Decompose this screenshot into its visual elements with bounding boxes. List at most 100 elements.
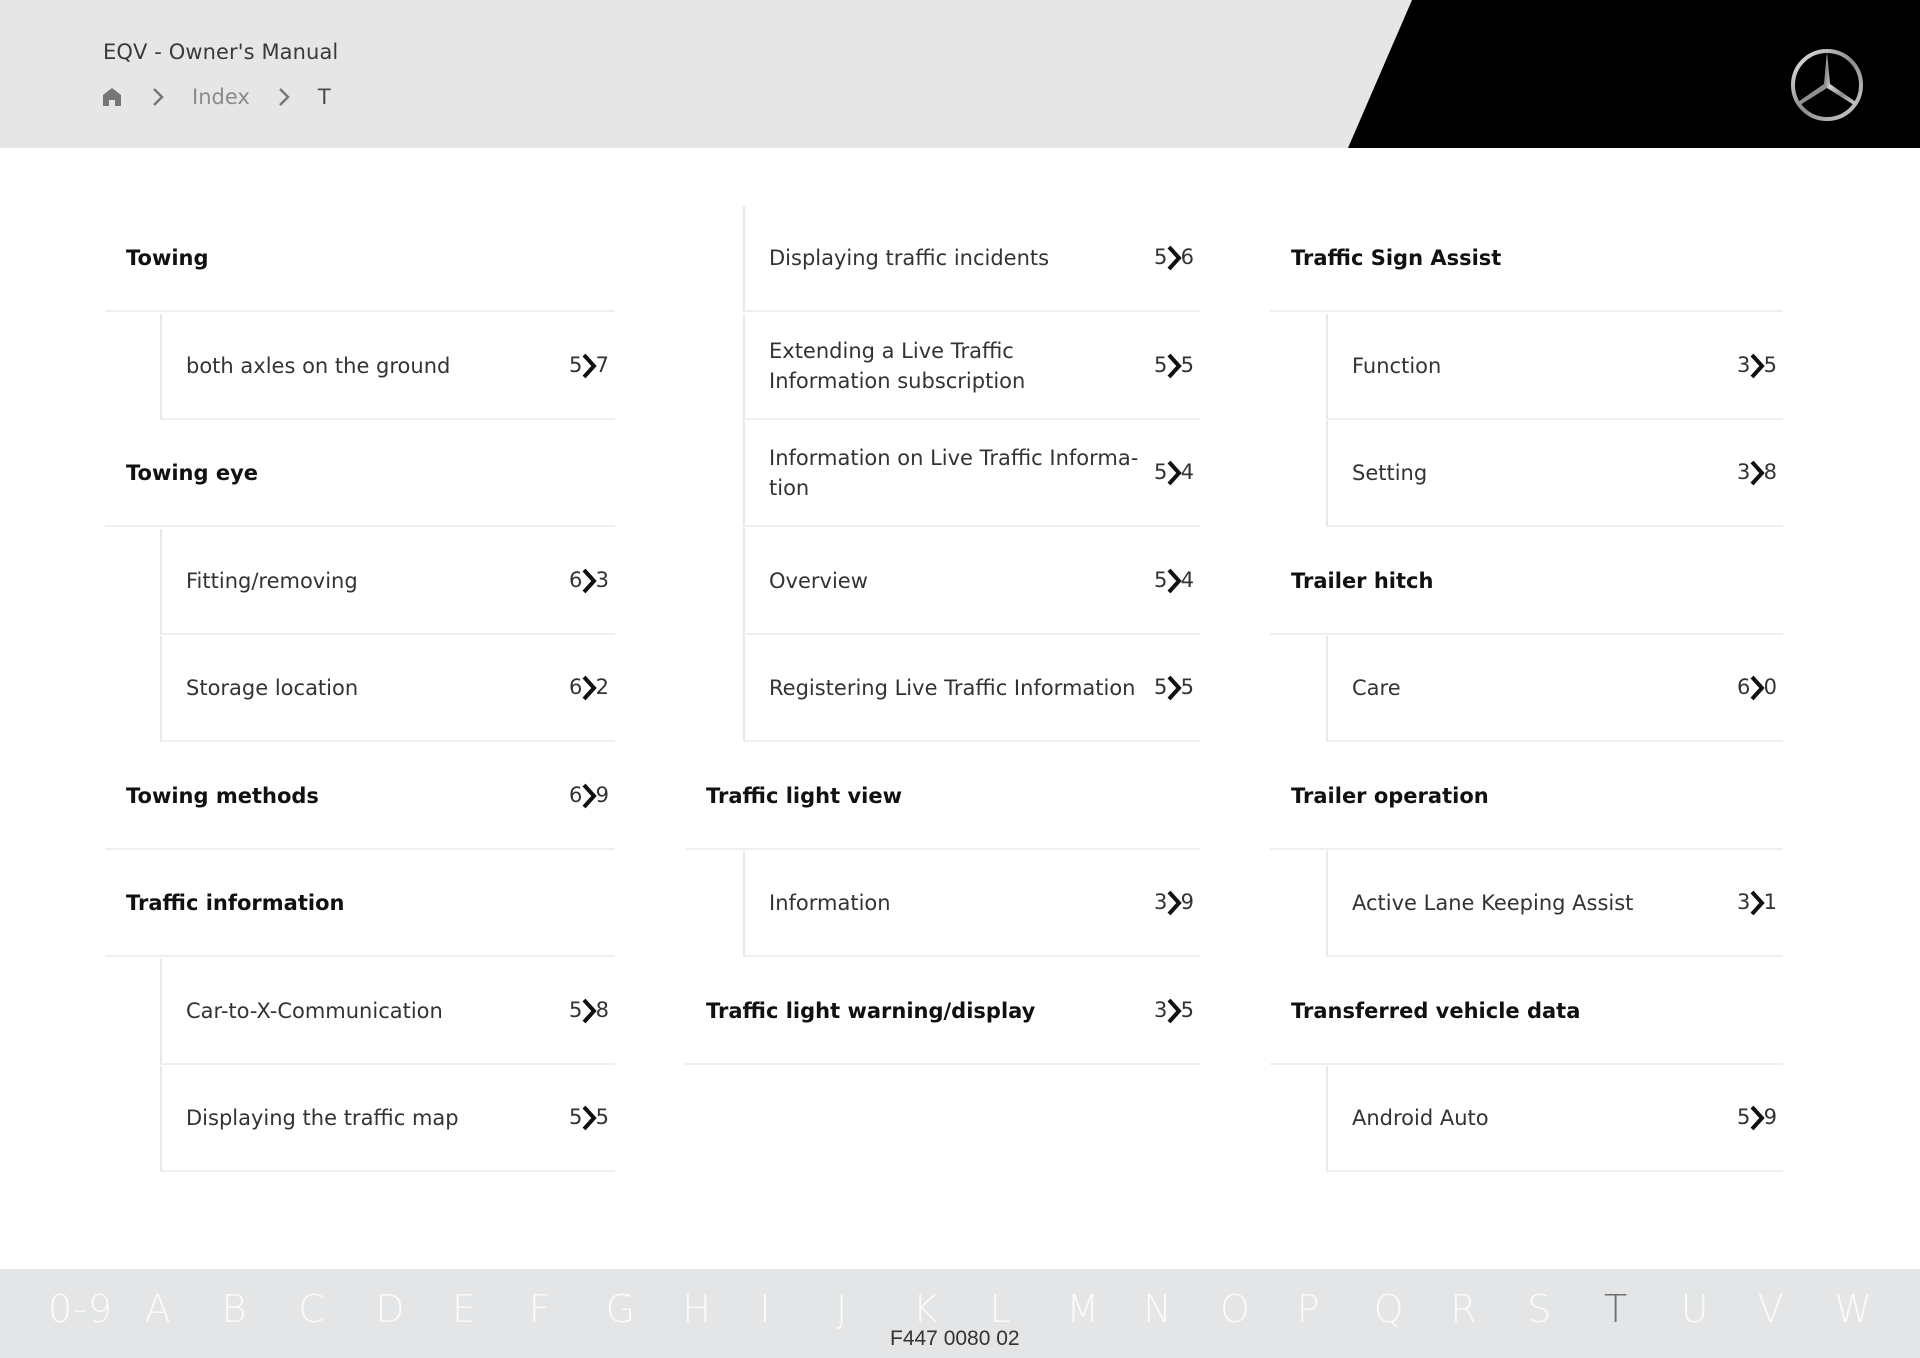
alphabet-letter-v[interactable]: V xyxy=(1758,1287,1785,1331)
entry-label: Trailer operation xyxy=(1291,783,1489,808)
alphabet-letter-m[interactable]: M xyxy=(1066,1287,1100,1331)
entry-label: Overview xyxy=(769,568,868,593)
entry-label: Towing methods xyxy=(126,783,319,808)
alphabet-letter-h[interactable]: H xyxy=(682,1287,712,1331)
page-link[interactable]: 55 xyxy=(569,1103,609,1133)
index-subentry[interactable]: Car-to-X-Communication 5 8 xyxy=(160,958,615,1065)
alphabet-letter-a[interactable]: A xyxy=(145,1287,172,1331)
page-link[interactable]: 35 xyxy=(1737,351,1777,381)
index-subentry[interactable]: Displaying the traffic map 5 5 xyxy=(160,1066,615,1172)
index-subentry[interactable]: Android Auto 5 9 xyxy=(1326,1066,1783,1172)
page-link[interactable]: 60 xyxy=(1737,673,1777,703)
index-heading[interactable]: Traffic light warning/display 3 5 xyxy=(685,959,1200,1065)
page-link[interactable]: 31 xyxy=(1737,888,1777,918)
chevron-right-icon xyxy=(1167,460,1182,486)
alphabet-letter-u[interactable]: U xyxy=(1681,1287,1710,1331)
breadcrumb: Index T xyxy=(100,82,331,112)
breadcrumb-current: T xyxy=(317,85,331,109)
alphabet-letter-g[interactable]: G xyxy=(606,1287,636,1331)
alphabet-letter-d[interactable]: D xyxy=(375,1287,405,1331)
index-subentry[interactable]: Information on Live Traffic Informa-tion… xyxy=(743,421,1200,527)
entry-label: both axles on the ground xyxy=(186,353,451,378)
alphabet-letter-w[interactable]: W xyxy=(1834,1287,1873,1331)
page-link[interactable]: 54 xyxy=(1154,566,1194,596)
index-subentry[interactable]: Registering Live Traffic Information 5 5 xyxy=(743,636,1200,742)
mercedes-star-logo xyxy=(1791,49,1863,121)
index-heading: Traffic Sign Assist xyxy=(1270,206,1783,312)
chevron-right-icon xyxy=(1167,568,1182,593)
alphabet-letter-n[interactable]: N xyxy=(1143,1287,1172,1331)
chevron-right-icon xyxy=(1167,245,1182,271)
entry-label: Care xyxy=(1352,676,1401,700)
index-subentry[interactable]: Storage location 6 2 xyxy=(160,636,615,742)
chevron-right-icon xyxy=(1750,1105,1765,1131)
page-link[interactable]: 38 xyxy=(1737,458,1777,488)
index-subentry[interactable]: Information 3 9 xyxy=(743,851,1200,957)
index-heading[interactable]: Towing methods 6 9 xyxy=(105,744,615,850)
alphabet-letter-0-9[interactable]: 0-9 xyxy=(48,1287,113,1331)
index-subentry[interactable]: Setting 3 8 xyxy=(1326,421,1783,527)
page-link[interactable]: 69 xyxy=(569,781,609,811)
alphabet-letter-j[interactable]: J xyxy=(836,1287,848,1331)
page-link[interactable]: 62 xyxy=(569,673,609,703)
chevron-right-icon xyxy=(582,1105,597,1131)
alphabet-letter-b[interactable]: B xyxy=(222,1287,248,1331)
alphabet-letter-k[interactable]: K xyxy=(913,1287,939,1331)
entry-label: Displaying the traffic map xyxy=(186,1106,459,1130)
alphabet-letter-p[interactable]: P xyxy=(1297,1287,1321,1331)
alphabet-letter-i[interactable]: I xyxy=(759,1287,771,1331)
entry-label: Towing xyxy=(126,246,209,270)
breadcrumb-index[interactable]: Index xyxy=(192,85,250,109)
entry-label: Storage location xyxy=(186,676,359,700)
header-bar: EQV - Owner's Manual Index T xyxy=(0,0,1920,148)
page-link[interactable]: 55 xyxy=(1154,351,1194,381)
entry-label: Towing eye xyxy=(126,461,259,485)
document-code: F447 0080 02 xyxy=(890,1327,1020,1350)
alphabet-letter-s[interactable]: S xyxy=(1527,1287,1552,1331)
home-icon[interactable] xyxy=(100,85,124,109)
page-link[interactable]: 54 xyxy=(1154,458,1194,488)
index-subentry[interactable]: Overview 5 4 xyxy=(743,528,1200,635)
page-link[interactable]: 55 xyxy=(1154,673,1194,703)
page-link[interactable]: 35 xyxy=(1154,996,1194,1026)
alphabet-letter-o[interactable]: O xyxy=(1220,1287,1251,1331)
app-title: EQV - Owner's Manual xyxy=(103,40,339,64)
index-subentry[interactable]: both axles on the ground 5 7 xyxy=(160,313,615,420)
entry-label: Function xyxy=(1352,353,1442,378)
entry-label: Setting xyxy=(1352,461,1428,485)
chevron-right-icon xyxy=(1167,675,1182,701)
page-link[interactable]: 56 xyxy=(1154,243,1194,273)
index-subentry[interactable]: Fitting/removing 6 3 xyxy=(160,528,615,635)
index-subentry[interactable]: Extending a Live Traffic Information sub… xyxy=(743,313,1200,420)
alphabet-letter-q[interactable]: Q xyxy=(1374,1287,1405,1331)
index-heading: Trailer operation xyxy=(1270,744,1783,850)
alphabet-letter-f[interactable]: F xyxy=(529,1287,552,1331)
chevron-right-icon xyxy=(146,85,170,109)
index-subentry[interactable]: Displaying traffic incidents 5 6 xyxy=(743,206,1200,312)
entry-label: Android Auto xyxy=(1352,1106,1489,1130)
entry-label: Traffic information xyxy=(126,891,345,915)
chevron-right-icon xyxy=(1750,675,1765,701)
chevron-right-icon xyxy=(582,998,597,1023)
page-link[interactable]: 59 xyxy=(1737,1103,1777,1133)
index-subentry[interactable]: Care 6 0 xyxy=(1326,636,1783,742)
index-heading: Traffic light view xyxy=(685,744,1200,850)
index-subentry[interactable]: Active Lane Keeping Assist 3 1 xyxy=(1326,851,1783,957)
entry-label: Active Lane Keeping Assist xyxy=(1352,891,1634,915)
index-subentry[interactable]: Function 3 5 xyxy=(1326,313,1783,420)
entry-label: Car-to-X-Communication xyxy=(186,998,443,1023)
alphabet-letter-l[interactable]: L xyxy=(990,1287,1012,1331)
chevron-right-icon xyxy=(1167,353,1182,378)
page-link[interactable]: 63 xyxy=(569,566,609,596)
entry-label: Registering Live Traffic Information xyxy=(769,676,1136,700)
chevron-right-icon xyxy=(1750,890,1765,916)
alphabet-letter-e[interactable]: E xyxy=(452,1287,477,1331)
entry-label: Fitting/removing xyxy=(186,568,358,593)
page-link[interactable]: 58 xyxy=(569,996,609,1026)
alphabet-letter-r[interactable]: R xyxy=(1450,1287,1477,1331)
entry-label: Displaying traffic incidents xyxy=(769,246,1050,270)
page-link[interactable]: 39 xyxy=(1154,888,1194,918)
page-link[interactable]: 57 xyxy=(569,351,609,381)
alphabet-letter-c[interactable]: C xyxy=(298,1287,326,1331)
alphabet-letter-t[interactable]: T xyxy=(1604,1287,1628,1331)
